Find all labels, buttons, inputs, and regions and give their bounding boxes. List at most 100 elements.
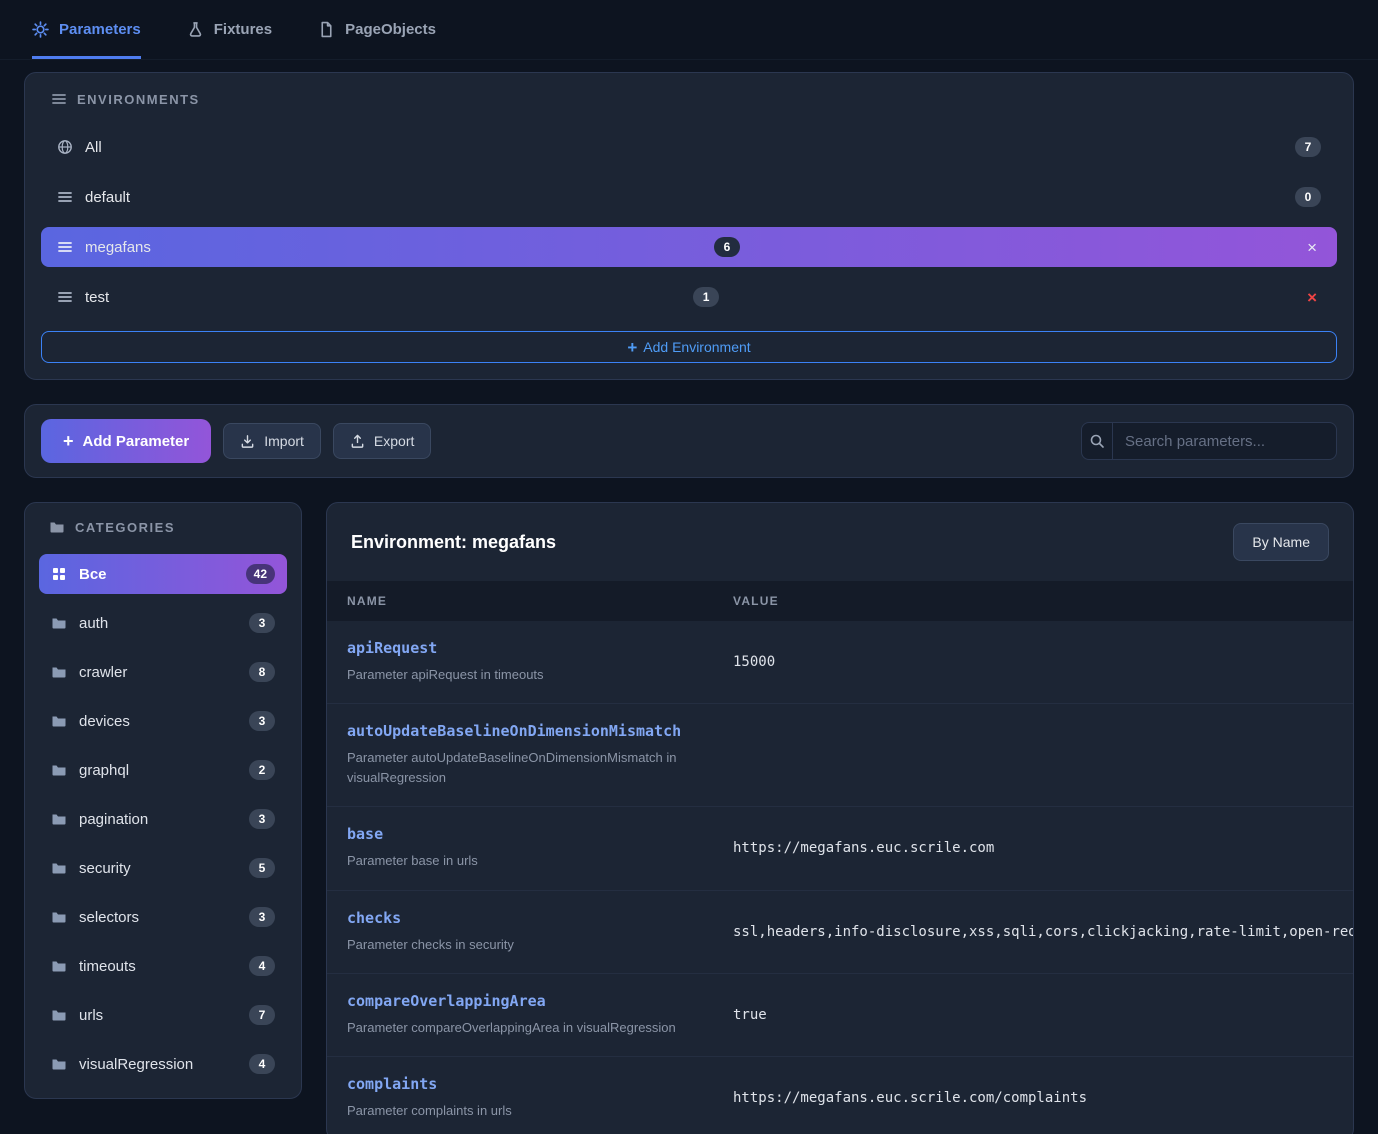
category-name: devices <box>79 713 130 730</box>
environment-name-group: megafans <box>57 239 151 256</box>
environment-name: default <box>85 189 130 206</box>
column-header-name: NAME <box>327 594 713 608</box>
environment-item-default[interactable]: default 0 <box>41 177 1337 217</box>
globe-icon <box>57 139 73 155</box>
environment-item-megafans[interactable]: megafans 6 × <box>41 227 1337 267</box>
category-item-devices[interactable]: devices 3 <box>39 701 287 741</box>
folder-icon <box>51 860 67 876</box>
parameter-name-link[interactable]: checks <box>347 909 401 927</box>
tab-parameters[interactable]: Parameters <box>32 0 141 59</box>
column-header-value: VALUE <box>713 594 1353 608</box>
parameter-description: Parameter compareOverlappingArea in visu… <box>347 1018 693 1038</box>
categories-title: CATEGORIES <box>75 520 175 535</box>
category-name: auth <box>79 615 108 632</box>
folder-icon <box>51 909 67 925</box>
tab-pageobjects[interactable]: PageObjects <box>318 0 436 59</box>
toolbar-actions: + Add Parameter Import Export <box>41 419 431 463</box>
count-badge: 7 <box>1295 137 1321 157</box>
count-badge: 2 <box>249 760 275 780</box>
folder-icon <box>51 958 67 974</box>
parameter-name-link[interactable]: autoUpdateBaselineOnDimensionMismatch <box>347 722 681 740</box>
category-item-visualregression[interactable]: visualRegression 4 <box>39 1044 287 1084</box>
parameters-panel: Environment: megafans By Name NAME VALUE… <box>326 502 1354 1134</box>
count-badge: 42 <box>246 564 275 584</box>
category-name-group: urls <box>51 1007 103 1024</box>
category-name-group: graphql <box>51 762 129 779</box>
table-row: autoUpdateBaselineOnDimensionMismatch Pa… <box>327 704 1353 807</box>
parameter-name-cell: checks Parameter checks in security <box>327 909 713 955</box>
environments-header: ENVIRONMENTS <box>41 87 1337 117</box>
parameter-description: Parameter base in urls <box>347 851 693 871</box>
export-button[interactable]: Export <box>333 423 431 459</box>
sort-by-name-button[interactable]: By Name <box>1233 523 1329 561</box>
category-name: urls <box>79 1007 103 1024</box>
import-label: Import <box>264 433 304 449</box>
table-row: apiRequest Parameter apiRequest in timeo… <box>327 621 1353 704</box>
category-name-group: devices <box>51 713 130 730</box>
category-item-security[interactable]: security 5 <box>39 848 287 888</box>
add-parameter-button[interactable]: + Add Parameter <box>41 419 211 463</box>
parameter-name-cell: apiRequest Parameter apiRequest in timeo… <box>327 639 713 685</box>
parameter-name-cell: base Parameter base in urls <box>327 825 713 871</box>
category-item-selectors[interactable]: selectors 3 <box>39 897 287 937</box>
category-name: pagination <box>79 811 148 828</box>
parameter-name-link[interactable]: apiRequest <box>347 639 437 657</box>
table-row: checks Parameter checks in security ssl,… <box>327 891 1353 974</box>
parameter-value: https://megafans.euc.scrile.com <box>713 840 1353 856</box>
category-name-group: auth <box>51 615 108 632</box>
category-item-urls[interactable]: urls 7 <box>39 995 287 1035</box>
category-name: timeouts <box>79 958 136 975</box>
categories-panel: CATEGORIES Все 42 auth 3 crawle <box>24 502 302 1099</box>
tab-fixtures[interactable]: Fixtures <box>187 0 272 59</box>
category-name: graphql <box>79 762 129 779</box>
parameters-header: Environment: megafans By Name <box>327 503 1353 581</box>
category-name-group: Все <box>51 566 107 583</box>
category-item-graphql[interactable]: graphql 2 <box>39 750 287 790</box>
parameter-description: Parameter complaints in urls <box>347 1101 693 1121</box>
environment-name-group: test <box>57 289 109 306</box>
search-input[interactable] <box>1113 423 1336 459</box>
parameter-description: Parameter autoUpdateBaselineOnDimensionM… <box>347 748 693 788</box>
count-badge: 4 <box>249 1054 275 1074</box>
parameter-name-link[interactable]: compareOverlappingArea <box>347 992 546 1010</box>
folder-icon <box>51 664 67 680</box>
close-icon[interactable]: × <box>1303 287 1321 308</box>
folder-icon <box>49 519 65 535</box>
category-name-group: crawler <box>51 664 127 681</box>
list-icon <box>57 239 73 255</box>
category-item-crawler[interactable]: crawler 8 <box>39 652 287 692</box>
export-label: Export <box>374 433 414 449</box>
add-parameter-label: Add Parameter <box>83 433 190 450</box>
environment-item-test[interactable]: test 1 × <box>41 277 1337 317</box>
search-icon[interactable] <box>1082 423 1113 459</box>
close-icon[interactable]: × <box>1303 237 1321 258</box>
document-icon <box>318 21 335 38</box>
environment-name: All <box>85 139 102 156</box>
add-environment-button[interactable]: + Add Environment <box>41 331 1337 363</box>
category-name-group: visualRegression <box>51 1056 193 1073</box>
environment-title: Environment: megafans <box>351 532 556 553</box>
count-badge: 8 <box>249 662 275 682</box>
category-item-pagination[interactable]: pagination 3 <box>39 799 287 839</box>
folder-icon <box>51 1007 67 1023</box>
categories-header: CATEGORIES <box>39 515 287 545</box>
table-row: complaints Parameter complaints in urls … <box>327 1057 1353 1134</box>
category-item-all[interactable]: Все 42 <box>39 554 287 594</box>
folder-icon <box>51 811 67 827</box>
parameter-name-link[interactable]: complaints <box>347 1075 437 1093</box>
count-badge: 3 <box>249 809 275 829</box>
parameter-description: Parameter apiRequest in timeouts <box>347 665 693 685</box>
category-item-timeouts[interactable]: timeouts 4 <box>39 946 287 986</box>
export-icon <box>350 434 365 449</box>
import-button[interactable]: Import <box>223 423 321 459</box>
parameter-name-link[interactable]: base <box>347 825 383 843</box>
environment-item-all[interactable]: All 7 <box>41 127 1337 167</box>
category-name-group: pagination <box>51 811 148 828</box>
table-header: NAME VALUE <box>327 581 1353 621</box>
category-name-group: security <box>51 860 131 877</box>
parameter-value: ssl,headers,info-disclosure,xss,sqli,cor… <box>713 924 1353 940</box>
folder-icon <box>51 762 67 778</box>
category-name: security <box>79 860 131 877</box>
category-item-auth[interactable]: auth 3 <box>39 603 287 643</box>
parameter-name-cell: autoUpdateBaselineOnDimensionMismatch Pa… <box>327 722 713 788</box>
